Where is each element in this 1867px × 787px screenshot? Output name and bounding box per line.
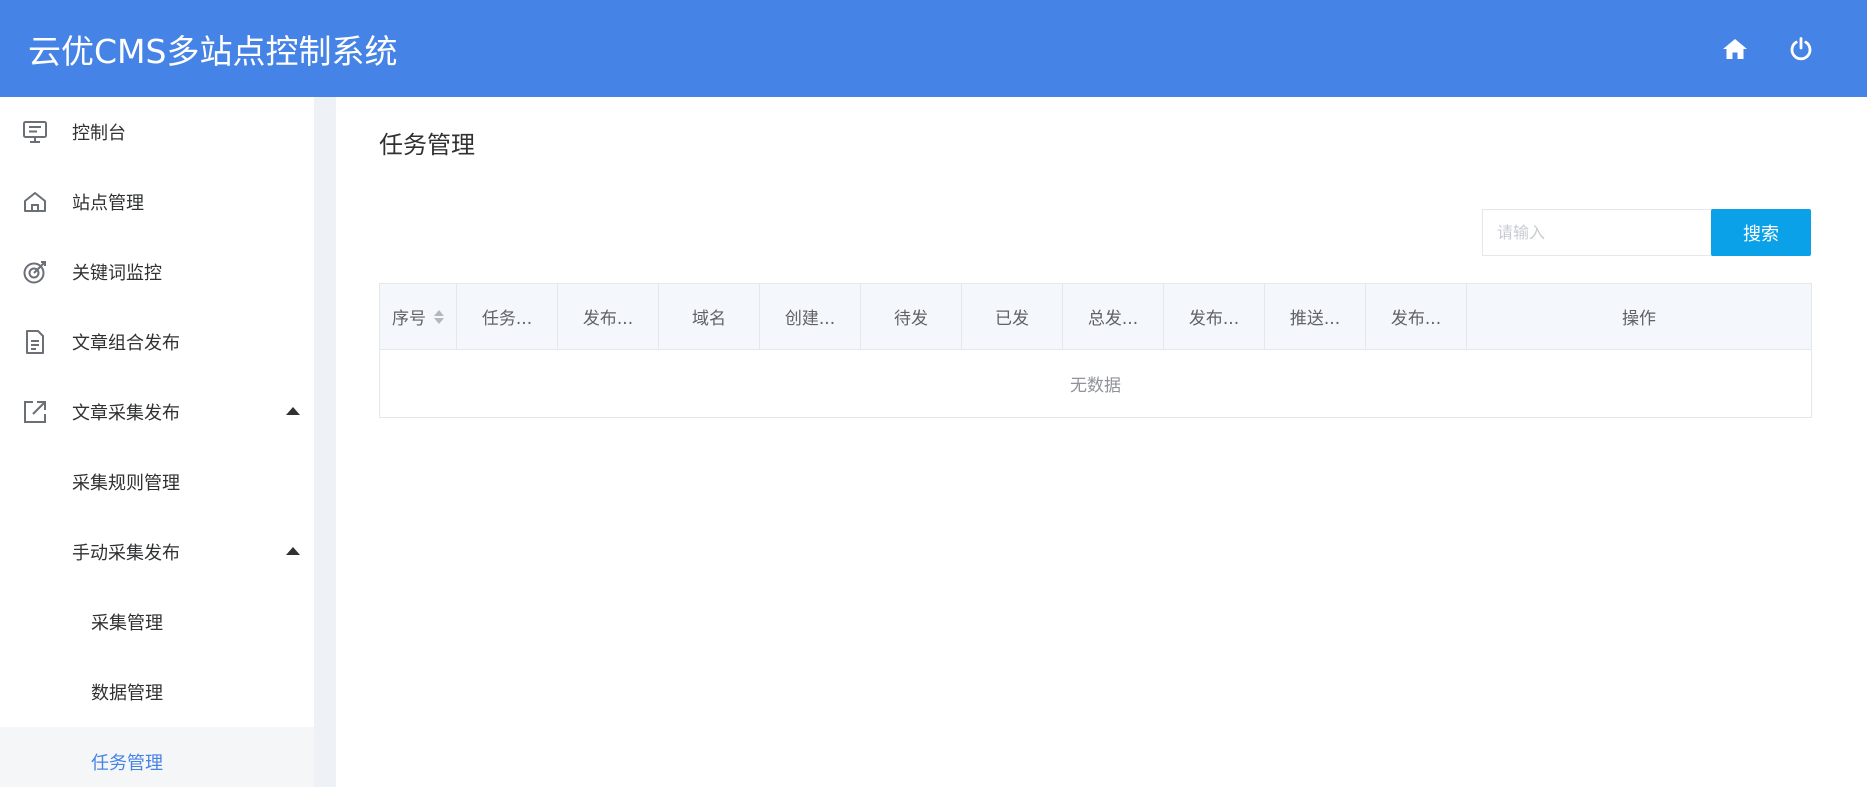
sidebar-item-article-combine[interactable]: 文章组合发布: [0, 307, 314, 377]
sidebar-item-label: 文章组合发布: [72, 333, 180, 354]
home-icon[interactable]: [1717, 31, 1753, 67]
sidebar: 控制台 站点管理 关键词监控 文章组合发布 文章采集发布 采集规则管理 手动采集…: [0, 97, 314, 787]
search-input[interactable]: [1482, 209, 1716, 256]
column-header-push: 推送...: [1265, 284, 1366, 349]
sidebar-item-label: 数据管理: [91, 683, 163, 704]
power-icon[interactable]: [1783, 31, 1819, 67]
sidebar-item-data-manage[interactable]: 数据管理: [0, 657, 314, 727]
sidebar-item-sites[interactable]: 站点管理: [0, 167, 314, 237]
monitor-icon: [22, 119, 48, 145]
sidebar-item-collect-rules[interactable]: 采集规则管理: [0, 447, 314, 517]
task-table: 序号 任务... 发布... 域名 创建... 待发 已发 总发... 发布..…: [379, 283, 1812, 418]
column-header-pending: 待发: [861, 284, 962, 349]
column-header-domain: 域名: [659, 284, 760, 349]
sidebar-item-label: 手动采集发布: [72, 543, 180, 564]
column-header-publish-1: 发布...: [558, 284, 659, 349]
sidebar-item-label: 关键词监控: [72, 263, 162, 284]
table-header: 序号 任务... 发布... 域名 创建... 待发 已发 总发... 发布..…: [380, 284, 1811, 350]
app-title: 云优CMS多站点控制系统: [28, 31, 398, 71]
target-icon: [22, 259, 48, 285]
sidebar-item-label: 站点管理: [72, 193, 144, 214]
sidebar-item-label: 采集管理: [91, 613, 163, 634]
column-header-index[interactable]: 序号: [380, 284, 457, 349]
sidebar-item-label: 控制台: [72, 123, 126, 144]
sidebar-item-label: 采集规则管理: [72, 473, 180, 494]
column-header-total: 总发...: [1063, 284, 1164, 349]
sidebar-item-task-manage[interactable]: 任务管理: [0, 727, 314, 787]
sidebar-item-label: 文章采集发布: [72, 403, 180, 424]
sidebar-item-label: 任务管理: [91, 753, 163, 774]
sidebar-item-collect-manage[interactable]: 采集管理: [0, 587, 314, 657]
column-header-actions: 操作: [1622, 309, 1656, 329]
header-tools: [1717, 0, 1819, 97]
sidebar-divider: [314, 97, 336, 787]
external-link-icon: [22, 399, 48, 425]
column-header-created: 创建...: [760, 284, 861, 349]
table-empty-text: 无数据: [1070, 376, 1121, 396]
chevron-up-icon: [286, 547, 300, 555]
sidebar-item-dashboard[interactable]: 控制台: [0, 97, 314, 167]
page-title: 任务管理: [379, 131, 475, 159]
column-header-publish-2: 发布...: [1164, 284, 1265, 349]
search-button[interactable]: 搜索: [1711, 209, 1811, 256]
home-outline-icon: [22, 189, 48, 215]
chevron-up-icon: [286, 407, 300, 415]
main-content: 任务管理 搜索 序号 任务... 发布... 域名 创建... 待发 已发 总发…: [336, 97, 1867, 787]
column-header-task: 任务...: [457, 284, 558, 349]
sort-icon[interactable]: [434, 309, 444, 324]
column-header-publish-3: 发布...: [1366, 284, 1467, 349]
top-header: 云优CMS多站点控制系统: [0, 0, 1867, 97]
sidebar-item-article-collect[interactable]: 文章采集发布: [0, 377, 314, 447]
sidebar-item-manual-collect[interactable]: 手动采集发布: [0, 517, 314, 587]
document-icon: [22, 329, 48, 355]
sidebar-item-keyword-monitor[interactable]: 关键词监控: [0, 237, 314, 307]
column-header-sent: 已发: [962, 284, 1063, 349]
